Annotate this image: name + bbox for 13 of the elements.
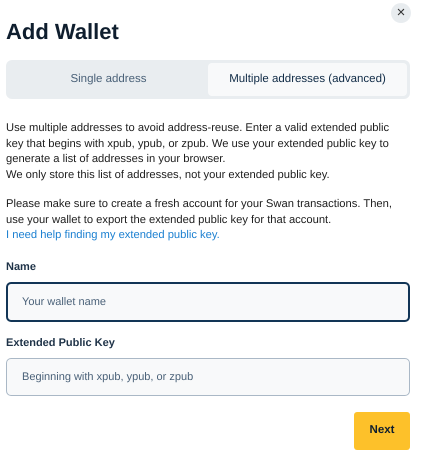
dialog-title: Add Wallet (6, 19, 120, 45)
text-field[interactable]: Beginning with xpub, ypub, or zpub (6, 358, 410, 396)
instruction-paragraph: Please make sure to create a fresh account for your Swan transactions. Then, use your wallet to export the extended public key for that account. I need help finding my extended public key. (6, 197, 393, 243)
next-button[interactable]: Next (354, 412, 410, 450)
tab[interactable]: Multiple addresses (advanced) (208, 63, 407, 96)
help-link[interactable]: I need help finding my extended public key. (6, 229, 220, 241)
close-button[interactable]: × (391, 3, 411, 23)
field-label: Name (6, 260, 37, 274)
description-text: Use multiple addresses to avoid address-reuse. Enter a valid extended public key that begins with xpub, ypub, or zpub. We use your extended public key to generate a list of addresses in your browser. (6, 121, 390, 167)
text-field[interactable]: Your wallet name (6, 282, 410, 322)
description-text: We only store this list of addresses, not your extended public key. (6, 168, 331, 182)
field-label: Extended Public Key (6, 336, 116, 350)
tab[interactable]: Single address (9, 63, 208, 96)
